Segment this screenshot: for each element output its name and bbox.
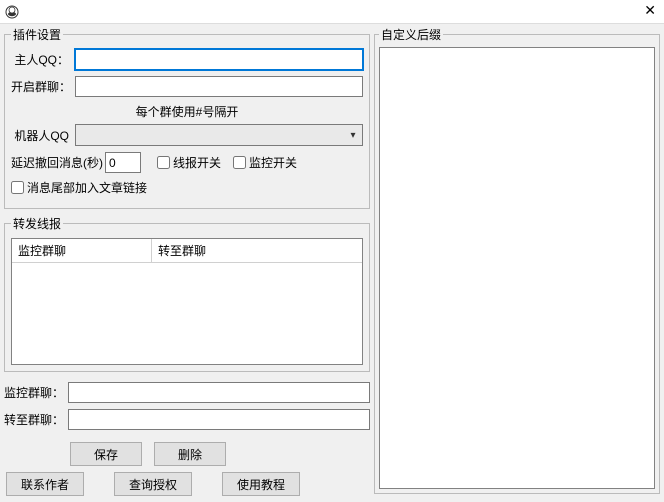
plugin-settings-legend: 插件设置	[11, 26, 63, 43]
monitor-group-label: 监控群聊：	[4, 384, 62, 401]
col-to-group[interactable]: 转至群聊	[152, 239, 362, 262]
forward-legend: 转发线报	[11, 215, 63, 232]
open-group-input[interactable]	[75, 76, 363, 97]
tail-link-checkbox[interactable]: 消息尾部加入文章链接	[11, 179, 147, 196]
tutorial-button[interactable]: 使用教程	[222, 472, 300, 496]
delay-label: 延迟撤回消息(秒)	[11, 154, 103, 171]
robot-qq-label: 机器人QQ	[11, 127, 69, 144]
monitor-group-input[interactable]	[68, 382, 370, 403]
save-button[interactable]: 保存	[70, 442, 142, 466]
open-group-label: 开启群聊：	[11, 78, 69, 95]
forward-table[interactable]: 监控群聊 转至群聊	[11, 238, 363, 365]
to-group-input[interactable]	[68, 409, 370, 430]
custom-suffix-textarea[interactable]	[379, 47, 655, 489]
to-group-label: 转至群聊：	[4, 411, 62, 428]
xianbao-switch-box[interactable]	[157, 156, 170, 169]
table-header: 监控群聊 转至群聊	[12, 239, 362, 263]
delay-input[interactable]	[105, 152, 141, 173]
tail-link-box[interactable]	[11, 181, 24, 194]
query-auth-button[interactable]: 查询授权	[114, 472, 192, 496]
table-body[interactable]	[12, 263, 362, 364]
xianbao-switch-checkbox[interactable]: 线报开关	[157, 154, 221, 171]
xianbao-switch-label: 线报开关	[173, 154, 221, 171]
monitor-switch-label: 监控开关	[249, 154, 297, 171]
tail-link-label: 消息尾部加入文章链接	[27, 179, 147, 196]
monitor-switch-checkbox[interactable]: 监控开关	[233, 154, 297, 171]
titlebar: ✕	[0, 0, 664, 24]
app-icon	[4, 4, 20, 20]
custom-suffix-group: 自定义后缀	[374, 26, 660, 494]
col-monitor-group[interactable]: 监控群聊	[12, 239, 152, 262]
master-qq-label: 主人QQ：	[11, 51, 69, 68]
forward-group: 转发线报 监控群聊 转至群聊	[4, 215, 370, 372]
chevron-down-icon: ▾	[344, 130, 362, 141]
contact-author-button[interactable]: 联系作者	[6, 472, 84, 496]
right-column: 自定义后缀	[374, 26, 660, 498]
robot-qq-combo[interactable]: ▾	[75, 124, 363, 146]
left-column: 插件设置 主人QQ： 开启群聊： 每个群使用#号隔开 机器人QQ ▾ 延迟撤回消…	[4, 26, 370, 498]
content: 插件设置 主人QQ： 开启群聊： 每个群使用#号隔开 机器人QQ ▾ 延迟撤回消…	[0, 24, 664, 502]
group-hint: 每个群使用#号隔开	[11, 103, 363, 120]
close-button[interactable]: ✕	[644, 2, 656, 19]
plugin-settings-group: 插件设置 主人QQ： 开启群聊： 每个群使用#号隔开 机器人QQ ▾ 延迟撤回消…	[4, 26, 370, 209]
master-qq-input[interactable]	[75, 49, 363, 70]
delete-button[interactable]: 删除	[154, 442, 226, 466]
custom-suffix-legend: 自定义后缀	[379, 26, 443, 43]
monitor-switch-box[interactable]	[233, 156, 246, 169]
